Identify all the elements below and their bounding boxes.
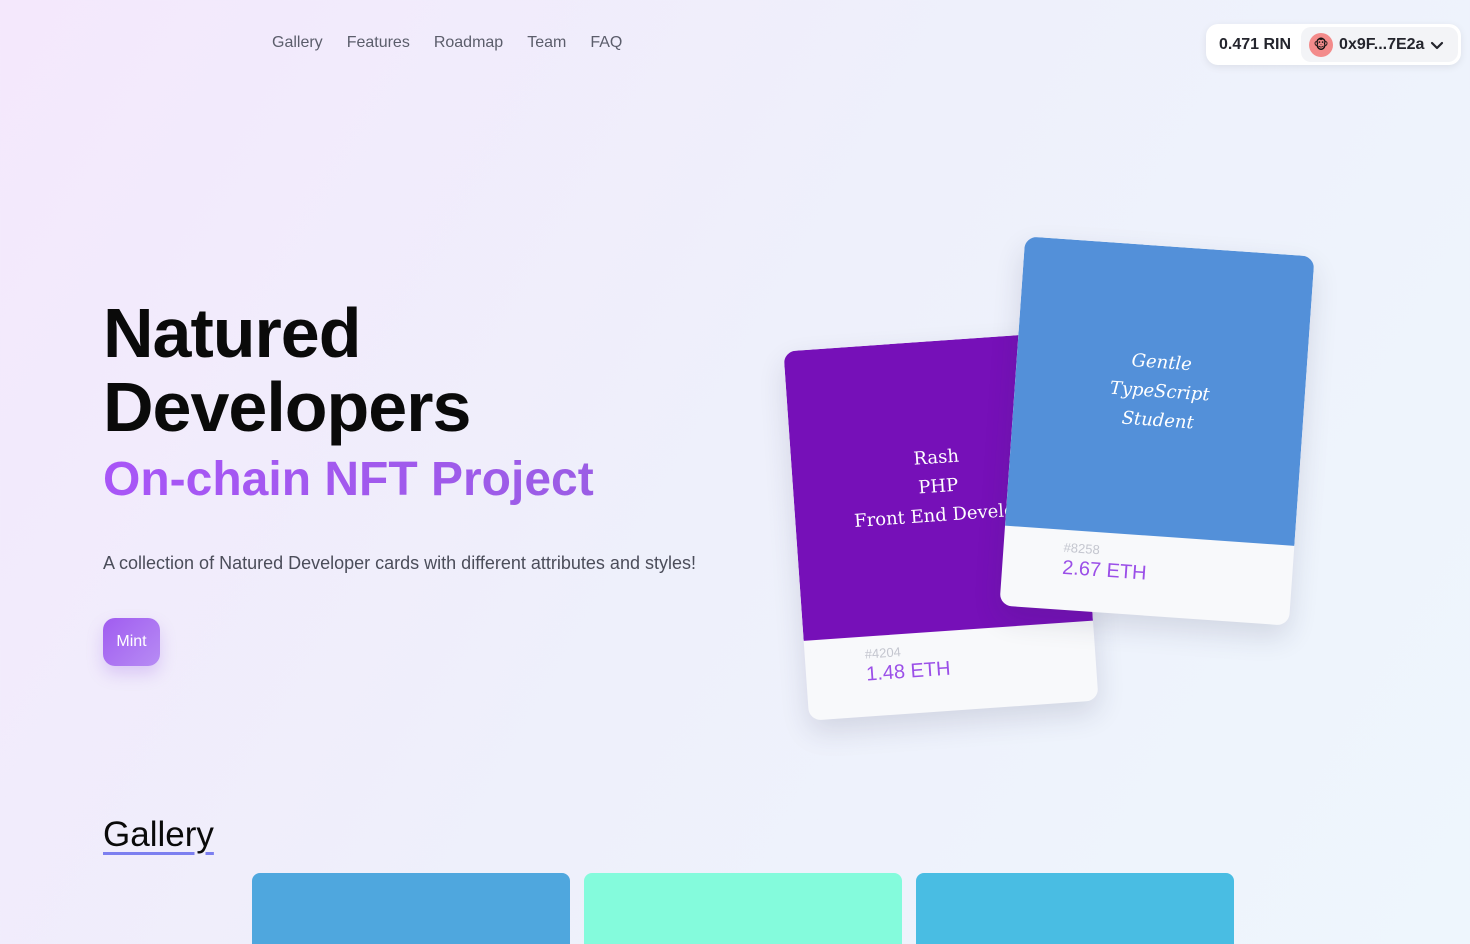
- hero-title-line2: Developers: [103, 368, 471, 446]
- gallery-item[interactable]: [252, 873, 570, 944]
- wallet-address: 0x9F...7E2a: [1339, 35, 1425, 53]
- wallet-balance[interactable]: 0.471 RIN: [1209, 36, 1301, 54]
- wallet-widget: 0.471 RIN 🐵 0x9F...7E2a: [1206, 24, 1461, 65]
- mint-button[interactable]: Mint: [103, 618, 160, 666]
- nav-faq[interactable]: FAQ: [590, 34, 622, 52]
- nft-card-attributes: Gentle TypeScript Student: [1109, 349, 1211, 434]
- nft-card-art: Gentle TypeScript Student: [1005, 236, 1315, 546]
- chevron-down-icon: [1431, 41, 1444, 49]
- hero-description: A collection of Natured Developer cards …: [103, 553, 696, 573]
- account-button[interactable]: 🐵 0x9F...7E2a: [1301, 27, 1458, 62]
- nft-card[interactable]: Gentle TypeScript Student #8258 2.67 ETH: [999, 236, 1315, 626]
- gallery-item[interactable]: [584, 873, 902, 944]
- nav-gallery[interactable]: Gallery: [272, 34, 323, 52]
- gallery-title: Gallery: [103, 815, 214, 854]
- nav-team[interactable]: Team: [527, 34, 566, 52]
- nav-roadmap[interactable]: Roadmap: [434, 34, 503, 52]
- hero-title: Natured Developers: [103, 294, 471, 446]
- gallery-item[interactable]: [916, 873, 1234, 944]
- nft-card-attributes: Rash PHP Front End Develop: [853, 445, 1027, 532]
- main-nav: Gallery Features Roadmap Team FAQ: [272, 34, 622, 52]
- hero-subtitle: On-chain NFT Project: [103, 453, 594, 506]
- hero-title-line1: Natured: [103, 294, 361, 372]
- nav-features[interactable]: Features: [347, 34, 410, 52]
- monkey-face-icon: 🐵: [1309, 32, 1334, 57]
